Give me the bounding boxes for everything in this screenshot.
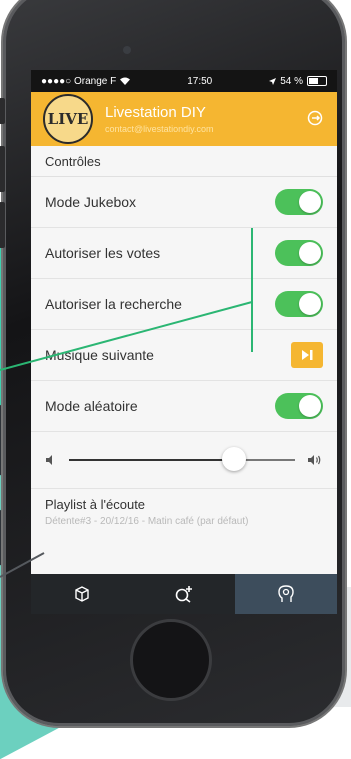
skip-next-icon (302, 350, 313, 360)
row-label: Autoriser les votes (45, 245, 161, 261)
controls-section-title: Contrôles (31, 146, 337, 177)
tab-profile[interactable] (235, 574, 337, 614)
row-allow-votes: Autoriser les votes (31, 228, 337, 279)
logo-text: LIVE (47, 110, 89, 128)
app-header: LIVE Livestation DIY contact@livestation… (31, 92, 337, 146)
mute-switch (0, 98, 5, 124)
row-next-track: Musique suivante (31, 330, 337, 381)
account-name: Livestation DIY (105, 104, 206, 121)
status-bar: ●●●●○ Orange F 17:50 54 % (31, 70, 337, 92)
tab-bar (31, 574, 337, 614)
row-label: Autoriser la recherche (45, 296, 182, 312)
app-logo: LIVE (43, 94, 93, 144)
row-mode-jukebox: Mode Jukebox (31, 177, 337, 228)
shuffle-toggle[interactable] (275, 393, 323, 419)
tab-search-add[interactable] (133, 574, 235, 614)
front-camera (123, 46, 131, 54)
clock-text: 17:50 (187, 75, 213, 87)
volume-up-button (0, 146, 5, 192)
volume-slider-thumb[interactable] (221, 447, 246, 471)
battery-percent: 54 % (280, 75, 303, 87)
add-search-icon (175, 586, 192, 603)
search-toggle[interactable] (275, 291, 323, 317)
battery-icon (307, 76, 327, 86)
home-button[interactable] (130, 619, 212, 701)
volume-down-button (0, 202, 5, 248)
phone-frame: ●●●●○ Orange F 17:50 54 % LIVE Livestati… (0, 0, 345, 726)
jukebox-toggle[interactable] (275, 189, 323, 215)
volume-row (31, 432, 337, 489)
volume-low-icon (46, 455, 52, 465)
playlist-title: Playlist à l'écoute (45, 497, 146, 512)
cube-icon (75, 586, 89, 602)
tab-library[interactable] (31, 574, 133, 614)
account-email: contact@livestationdiy.com (105, 124, 214, 134)
row-label: Mode aléatoire (45, 398, 138, 414)
row-label: Musique suivante (45, 347, 154, 363)
carrier-text: ●●●●○ Orange F (41, 75, 117, 87)
volume-slider-fill (69, 459, 234, 461)
row-shuffle-mode: Mode aléatoire (31, 381, 337, 432)
volume-high-icon (308, 455, 321, 465)
screen: ●●●●○ Orange F 17:50 54 % LIVE Livestati… (31, 70, 337, 614)
wifi-icon (120, 77, 131, 85)
playlist-subtitle: Détente#3 - 20/12/16 - Matin café (par d… (45, 516, 249, 527)
row-label: Mode Jukebox (45, 194, 137, 210)
location-icon (269, 77, 277, 85)
next-track-button[interactable] (291, 342, 323, 368)
votes-toggle[interactable] (275, 240, 323, 266)
now-playing-playlist[interactable]: Playlist à l'écoute Détente#3 - 20/12/16… (31, 489, 337, 541)
volume-slider[interactable] (69, 447, 295, 471)
head-icon (278, 585, 294, 602)
row-allow-search: Autoriser la recherche (31, 279, 337, 330)
logout-icon[interactable] (307, 110, 323, 126)
